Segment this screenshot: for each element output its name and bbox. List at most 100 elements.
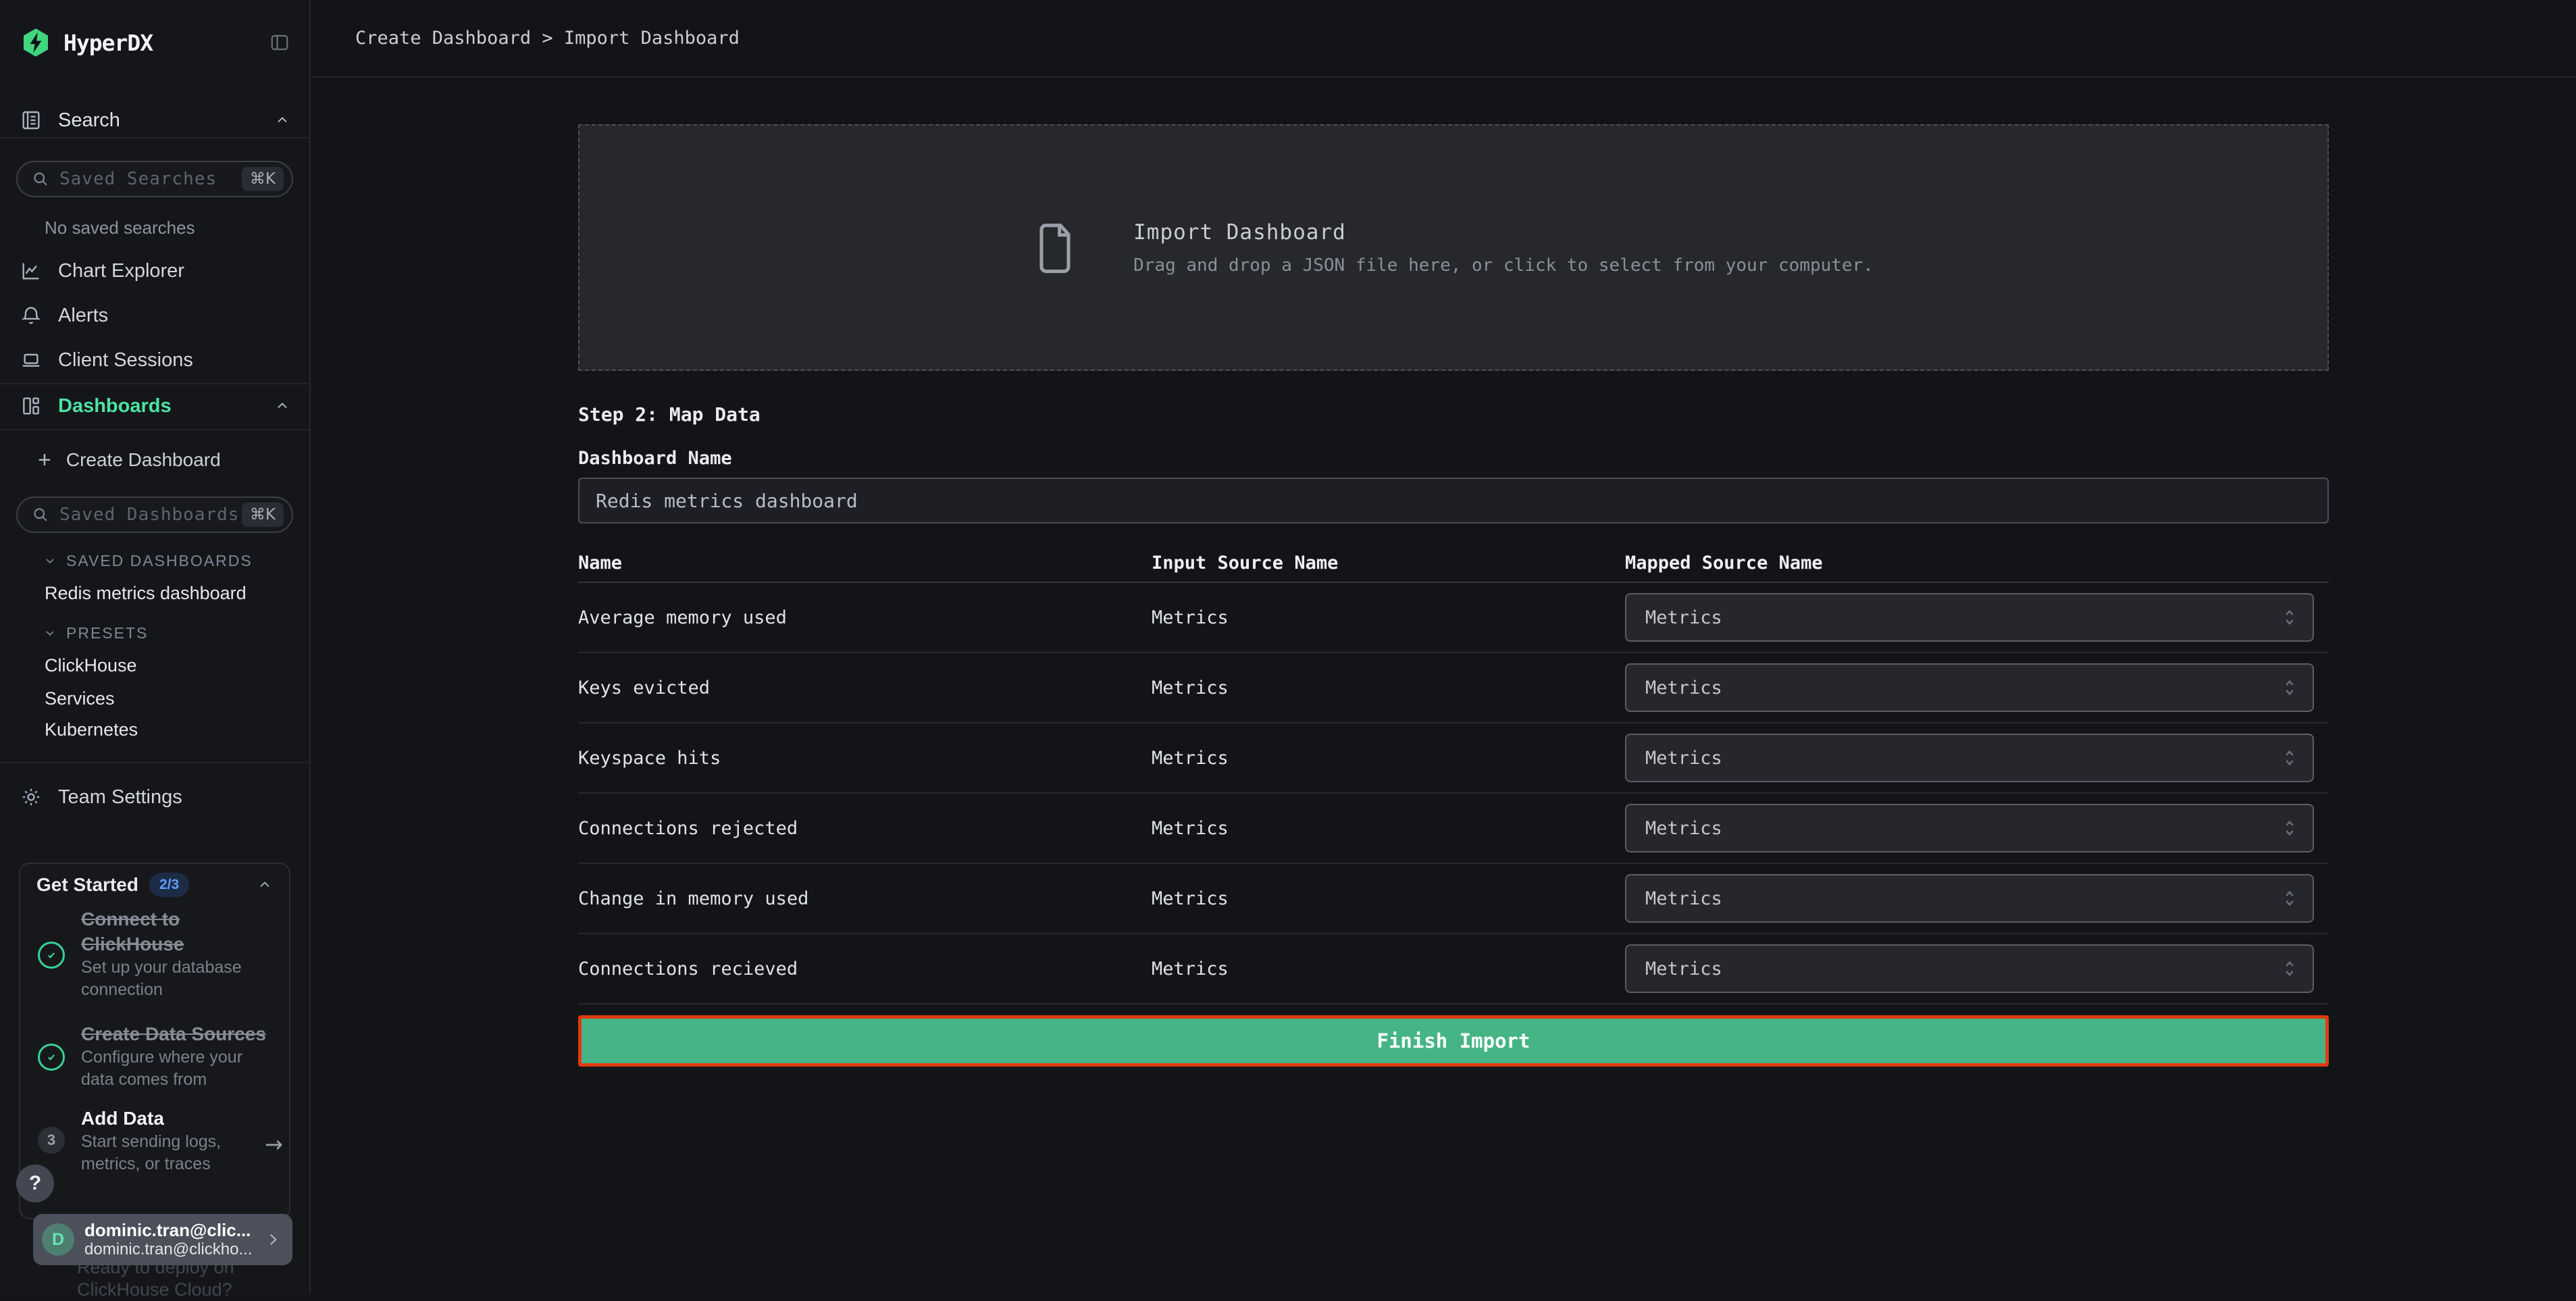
preset-item-label: Kubernetes xyxy=(45,719,138,740)
row-mapped-cell: Metrics xyxy=(1625,663,2329,712)
bell-icon xyxy=(20,305,42,326)
dashboard-name-input[interactable] xyxy=(578,478,2329,524)
group-label: PRESETS xyxy=(66,624,148,642)
row-mapped-cell: Metrics xyxy=(1625,944,2329,993)
group-label: SAVED DASHBOARDS xyxy=(66,552,253,570)
table-row: Keyspace hits Metrics Metrics xyxy=(578,723,2329,794)
sidebar-collapse-button[interactable] xyxy=(269,32,290,53)
divider xyxy=(0,137,309,138)
mapping-table-body: Average memory used Metrics Metrics Keys… xyxy=(578,583,2329,1004)
get-started-item-sources[interactable]: Create Data Sources Configure where your… xyxy=(81,1021,274,1091)
group-presets[interactable]: PRESETS xyxy=(0,621,311,645)
dashboards-shortcut-kbd: ⌘K xyxy=(242,503,284,527)
saved-searches-placeholder: Saved Searches xyxy=(59,169,217,189)
breadcrumb: Create Dashboard > Import Dashboard xyxy=(355,28,740,49)
row-name: Keys evicted xyxy=(578,678,1152,698)
avatar-initial: D xyxy=(52,1230,64,1250)
help-icon: ? xyxy=(29,1172,41,1195)
mapped-source-value: Metrics xyxy=(1645,818,1722,839)
nav-label: Alerts xyxy=(58,305,108,327)
chevron-up-down-icon xyxy=(2280,817,2299,840)
step-number-circle: 3 xyxy=(38,1127,65,1154)
table-row: Connections rejected Metrics Metrics xyxy=(578,794,2329,864)
mapped-source-select[interactable]: Metrics xyxy=(1625,734,2314,782)
row-name: Average memory used xyxy=(578,607,1152,628)
get-started-card: Get Started 2/3 Connect to ClickHouse Se… xyxy=(19,863,290,1219)
get-started-item-connect[interactable]: Connect to ClickHouse Set up your databa… xyxy=(81,907,274,1001)
get-started-item-add-data[interactable]: Add Data Start sending logs, metrics, or… xyxy=(81,1106,260,1175)
user-menu[interactable]: D dominic.tran@clic... dominic.tran@clic… xyxy=(33,1214,292,1265)
saved-dashboards-input[interactable]: Saved Dashboards ⌘K xyxy=(16,496,293,533)
get-started-title: Get Started xyxy=(36,874,138,896)
row-input-source: Metrics xyxy=(1152,678,1625,698)
chevron-up-down-icon xyxy=(2280,676,2299,699)
mapped-source-select[interactable]: Metrics xyxy=(1625,944,2314,993)
sidebar-item-alerts[interactable]: Alerts xyxy=(0,301,311,330)
mapped-source-value: Metrics xyxy=(1645,888,1722,909)
step-title: Create Data Sources xyxy=(81,1021,274,1046)
row-name: Change in memory used xyxy=(578,888,1152,909)
column-header-name: Name xyxy=(578,553,1152,573)
sidebar-item-team-settings[interactable]: Team Settings xyxy=(0,782,311,812)
chevron-up-icon[interactable] xyxy=(274,398,290,414)
dashboard-item-label: Redis metrics dashboard xyxy=(45,583,247,604)
chevron-up-down-icon xyxy=(2280,887,2299,910)
row-name: Keyspace hits xyxy=(578,748,1152,769)
search-icon xyxy=(31,170,50,188)
panel-left-icon xyxy=(269,32,290,53)
gear-icon xyxy=(20,786,42,808)
row-mapped-cell: Metrics xyxy=(1625,593,2329,642)
main-content: Import Dashboard Drag and drop a JSON fi… xyxy=(578,79,2329,1067)
chevron-up-down-icon xyxy=(2280,957,2299,980)
top-bar: Create Dashboard > Import Dashboard xyxy=(312,0,2576,78)
nav-label: Dashboards xyxy=(58,395,172,417)
table-row: Change in memory used Metrics Metrics xyxy=(578,864,2329,934)
arrow-right-icon[interactable]: → xyxy=(265,1131,283,1157)
step-label: Step 2: Map Data xyxy=(578,403,2329,426)
sidebar-item-chart-explorer[interactable]: Chart Explorer xyxy=(0,256,311,286)
create-dashboard-label: Create Dashboard xyxy=(66,449,221,471)
preset-item-services[interactable]: Services xyxy=(0,685,311,712)
create-dashboard-button[interactable]: + Create Dashboard xyxy=(0,447,311,474)
step-description: Set up your database connection xyxy=(81,956,274,1001)
preset-item-clickhouse[interactable]: ClickHouse xyxy=(0,652,311,679)
step-number: 3 xyxy=(47,1131,55,1149)
sidebar-item-dashboards[interactable]: Dashboards xyxy=(0,391,311,421)
step-title: Add Data xyxy=(81,1106,260,1131)
help-button[interactable]: ? xyxy=(16,1165,54,1202)
search-icon xyxy=(31,505,50,524)
mapped-source-select[interactable]: Metrics xyxy=(1625,593,2314,642)
dropzone-subtitle: Drag and drop a JSON file here, or click… xyxy=(1133,255,1874,276)
sidebar-section-search[interactable]: Search xyxy=(0,105,311,135)
get-started-header[interactable]: Get Started 2/3 xyxy=(20,871,289,899)
chevron-up-down-icon xyxy=(2280,746,2299,769)
mapped-source-select[interactable]: Metrics xyxy=(1625,874,2314,923)
finish-import-button[interactable]: Finish Import xyxy=(578,1015,2329,1067)
column-header-mapped-source: Mapped Source Name xyxy=(1625,553,2329,573)
table-row: Average memory used Metrics Metrics xyxy=(578,583,2329,653)
chevron-up-down-icon xyxy=(2280,606,2299,629)
finish-import-label: Finish Import xyxy=(1377,1029,1530,1052)
sidebar-item-client-sessions[interactable]: Client Sessions xyxy=(0,345,311,375)
hyperdx-logo-icon xyxy=(20,27,51,58)
chevron-up-icon[interactable] xyxy=(257,877,273,893)
mapped-source-select[interactable]: Metrics xyxy=(1625,804,2314,852)
mapped-source-select[interactable]: Metrics xyxy=(1625,663,2314,712)
row-input-source: Metrics xyxy=(1152,818,1625,839)
import-dropzone[interactable]: Import Dashboard Drag and drop a JSON fi… xyxy=(578,124,2329,371)
search-shortcut-kbd: ⌘K xyxy=(242,167,284,191)
chevron-up-icon[interactable] xyxy=(274,112,290,128)
dashboard-item-redis[interactable]: Redis metrics dashboard xyxy=(0,580,311,607)
saved-searches-input[interactable]: Saved Searches ⌘K xyxy=(16,161,293,197)
check-circle-icon xyxy=(38,942,65,969)
journal-icon xyxy=(20,109,42,131)
laptop-icon xyxy=(20,349,42,371)
nav-label: Chart Explorer xyxy=(58,260,184,282)
preset-item-kubernetes[interactable]: Kubernetes xyxy=(0,716,311,743)
table-row: Connections recieved Metrics Metrics xyxy=(578,934,2329,1004)
chevron-down-icon xyxy=(43,554,57,567)
table-row: Keys evicted Metrics Metrics xyxy=(578,653,2329,723)
preset-item-label: ClickHouse xyxy=(45,655,137,676)
group-saved-dashboards[interactable]: SAVED DASHBOARDS xyxy=(0,549,311,573)
preset-item-label: Services xyxy=(45,688,115,709)
